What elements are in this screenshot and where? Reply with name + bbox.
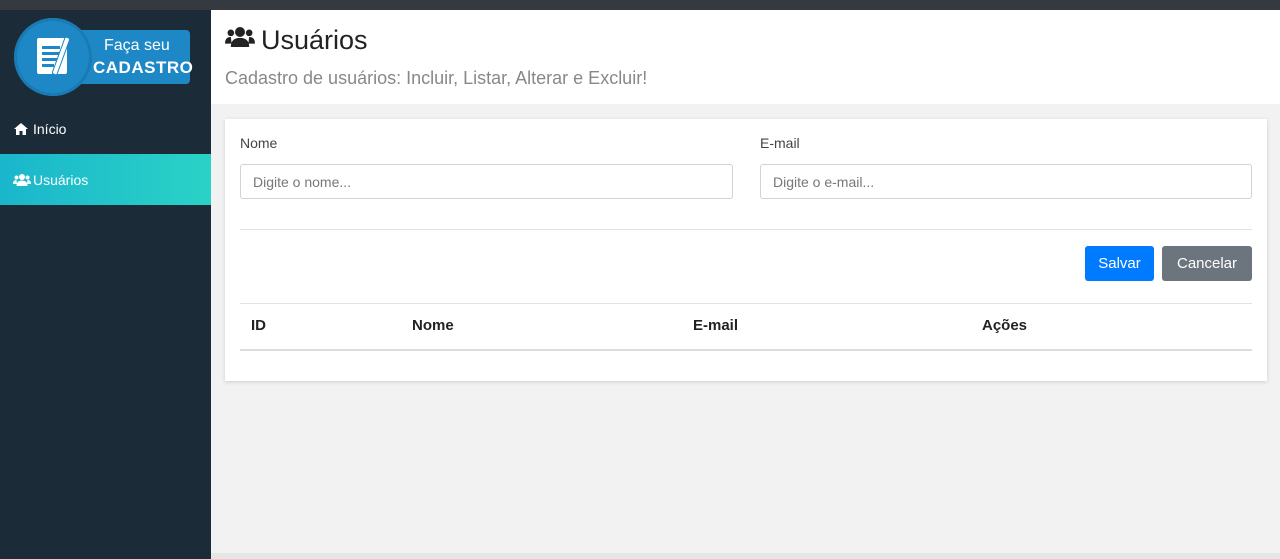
column-header-acoes: Ações [982, 317, 1028, 334]
page-title: Usuários [225, 25, 368, 56]
table-header-border [240, 349, 1252, 351]
form-divider [240, 229, 1252, 230]
logo-document-icon [14, 18, 92, 96]
save-button[interactable]: Salvar [1085, 246, 1154, 281]
bottom-edge [211, 553, 1280, 559]
logo[interactable]: Faça seu CADASTRO [0, 10, 211, 103]
column-header-nome: Nome [412, 317, 454, 334]
logo-text-line2: CADASTRO [93, 58, 194, 77]
email-label: E-mail [760, 135, 800, 151]
logo-text-line1: Faça seu [104, 37, 170, 54]
users-icon [225, 25, 255, 56]
sidebar-item-label: Início [33, 120, 67, 137]
table-top-border [240, 303, 1252, 304]
sidebar-item-inicio[interactable]: Início [0, 103, 211, 154]
column-header-id: ID [251, 317, 266, 334]
top-bar [0, 0, 1280, 10]
page-subtitle: Cadastro de usuários: Incluir, Listar, A… [225, 68, 648, 88]
page-header: Usuários Cadastro de usuários: Incluir, … [211, 10, 1280, 104]
column-header-email: E-mail [693, 317, 739, 334]
sidebar-item-label: Usuários [33, 171, 89, 188]
sidebar-item-usuarios[interactable]: Usuários [0, 154, 211, 205]
cancel-button[interactable]: Cancelar [1162, 246, 1252, 281]
name-input[interactable] [240, 164, 733, 199]
home-icon [13, 122, 29, 136]
email-input[interactable] [760, 164, 1252, 199]
user-form-card: Nome E-mail Salvar Cancelar ID Nome E-ma… [225, 119, 1267, 381]
page-title-text: Usuários [261, 25, 368, 55]
sidebar: Faça seu CADASTRO Início Usuários [0, 10, 211, 559]
name-label: Nome [240, 135, 278, 151]
users-icon [13, 173, 31, 187]
